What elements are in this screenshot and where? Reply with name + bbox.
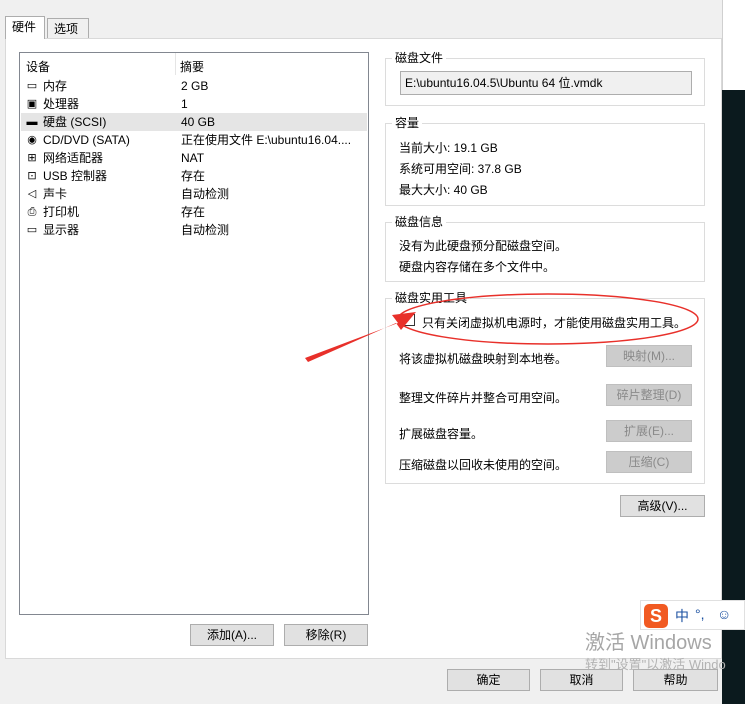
annotation-arrow xyxy=(305,312,416,362)
sogou-logo-icon[interactable]: S xyxy=(644,604,668,628)
background-window-strip xyxy=(722,0,745,704)
annotation-ellipse xyxy=(397,293,699,345)
emoji-icon[interactable]: ☺ xyxy=(717,606,731,622)
annotation-overlay xyxy=(305,293,699,362)
activate-windows-title: 激活 Windows xyxy=(585,632,712,654)
tab-hardware[interactable]: 硬件 xyxy=(5,16,45,39)
activate-windows-subtitle: 转到"设置"以激活 Windo xyxy=(585,657,726,672)
ime-punctuation[interactable]: °, xyxy=(695,606,705,622)
ime-language[interactable]: 中 xyxy=(675,606,689,626)
